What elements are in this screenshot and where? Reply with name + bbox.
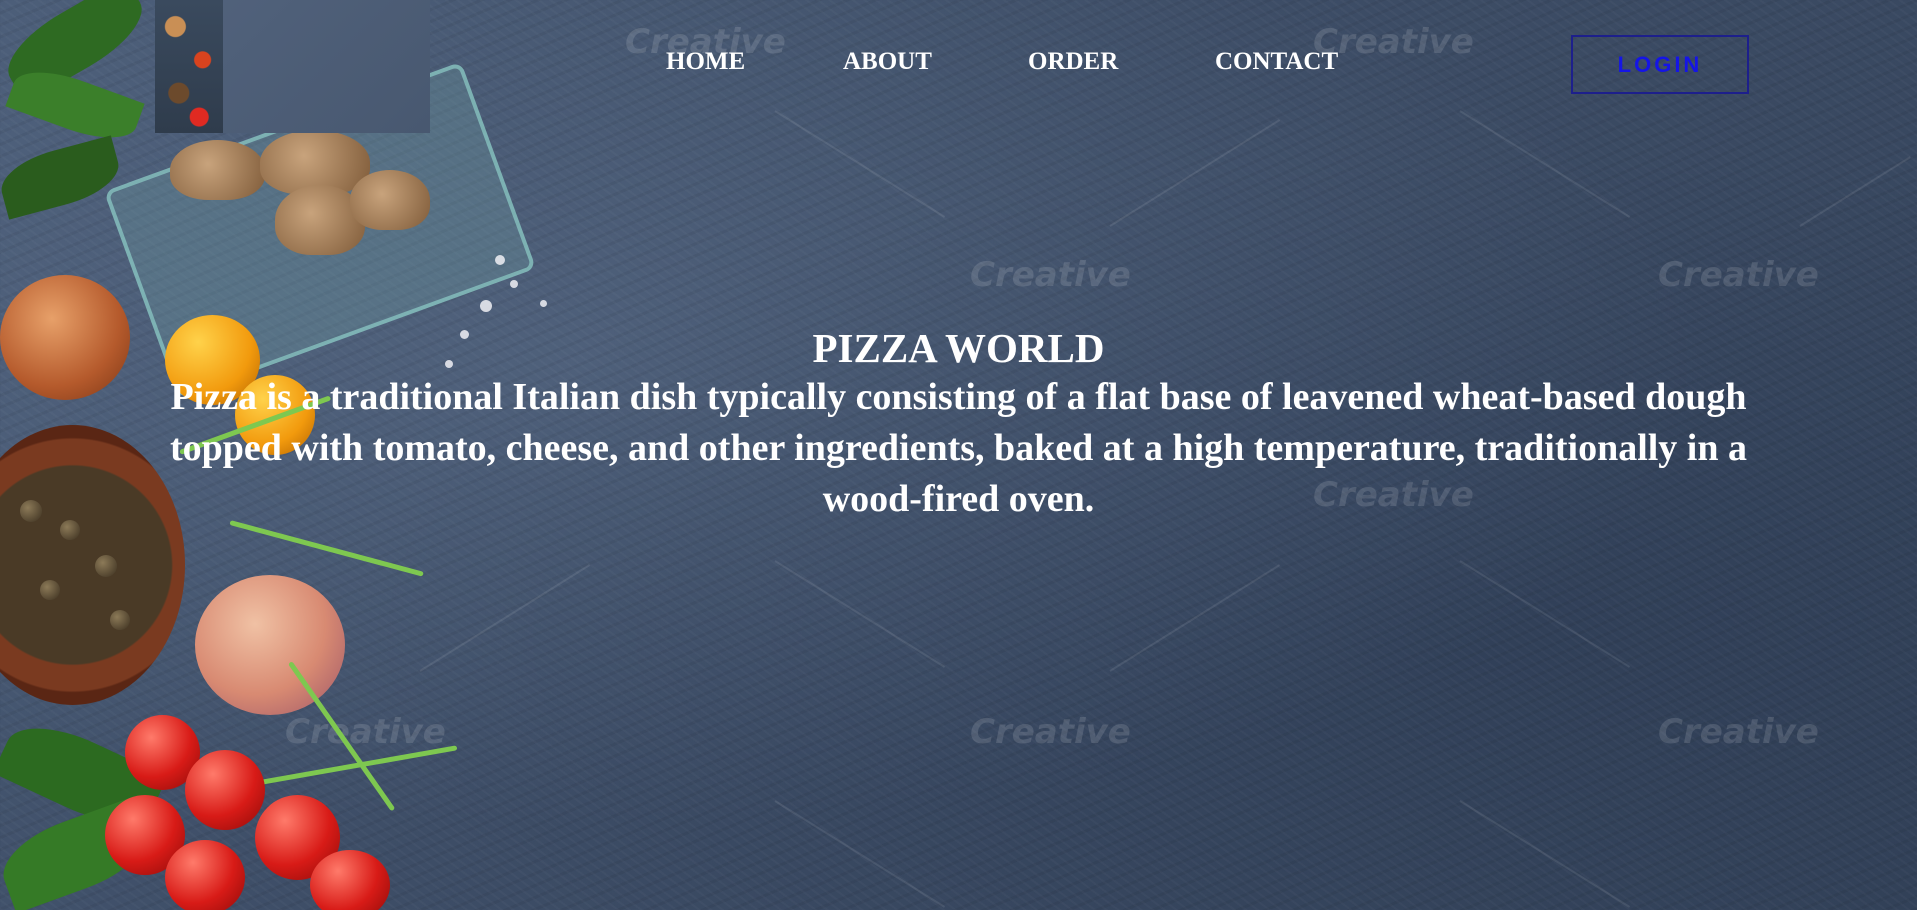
nav-link-home[interactable]: HOME: [666, 48, 745, 76]
nav-link-order[interactable]: ORDER: [1028, 48, 1118, 76]
watermark: Creative: [970, 255, 1131, 295]
watermark: Creative: [1658, 712, 1819, 752]
hero-description: Pizza is a traditional Italian dish typi…: [169, 376, 1748, 520]
login-button[interactable]: LOGIN: [1571, 35, 1749, 94]
page-title: PIZZA WORLD: [812, 325, 1105, 371]
watermark: Creative: [970, 712, 1131, 752]
watermark: Creative: [285, 712, 446, 752]
watermark: Creative: [1658, 255, 1819, 295]
hero-section: PIZZA WORLD Pizza is a traditional Itali…: [150, 324, 1767, 525]
nav-link-contact[interactable]: CONTACT: [1215, 48, 1338, 76]
nav-link-about[interactable]: ABOUT: [843, 48, 932, 76]
